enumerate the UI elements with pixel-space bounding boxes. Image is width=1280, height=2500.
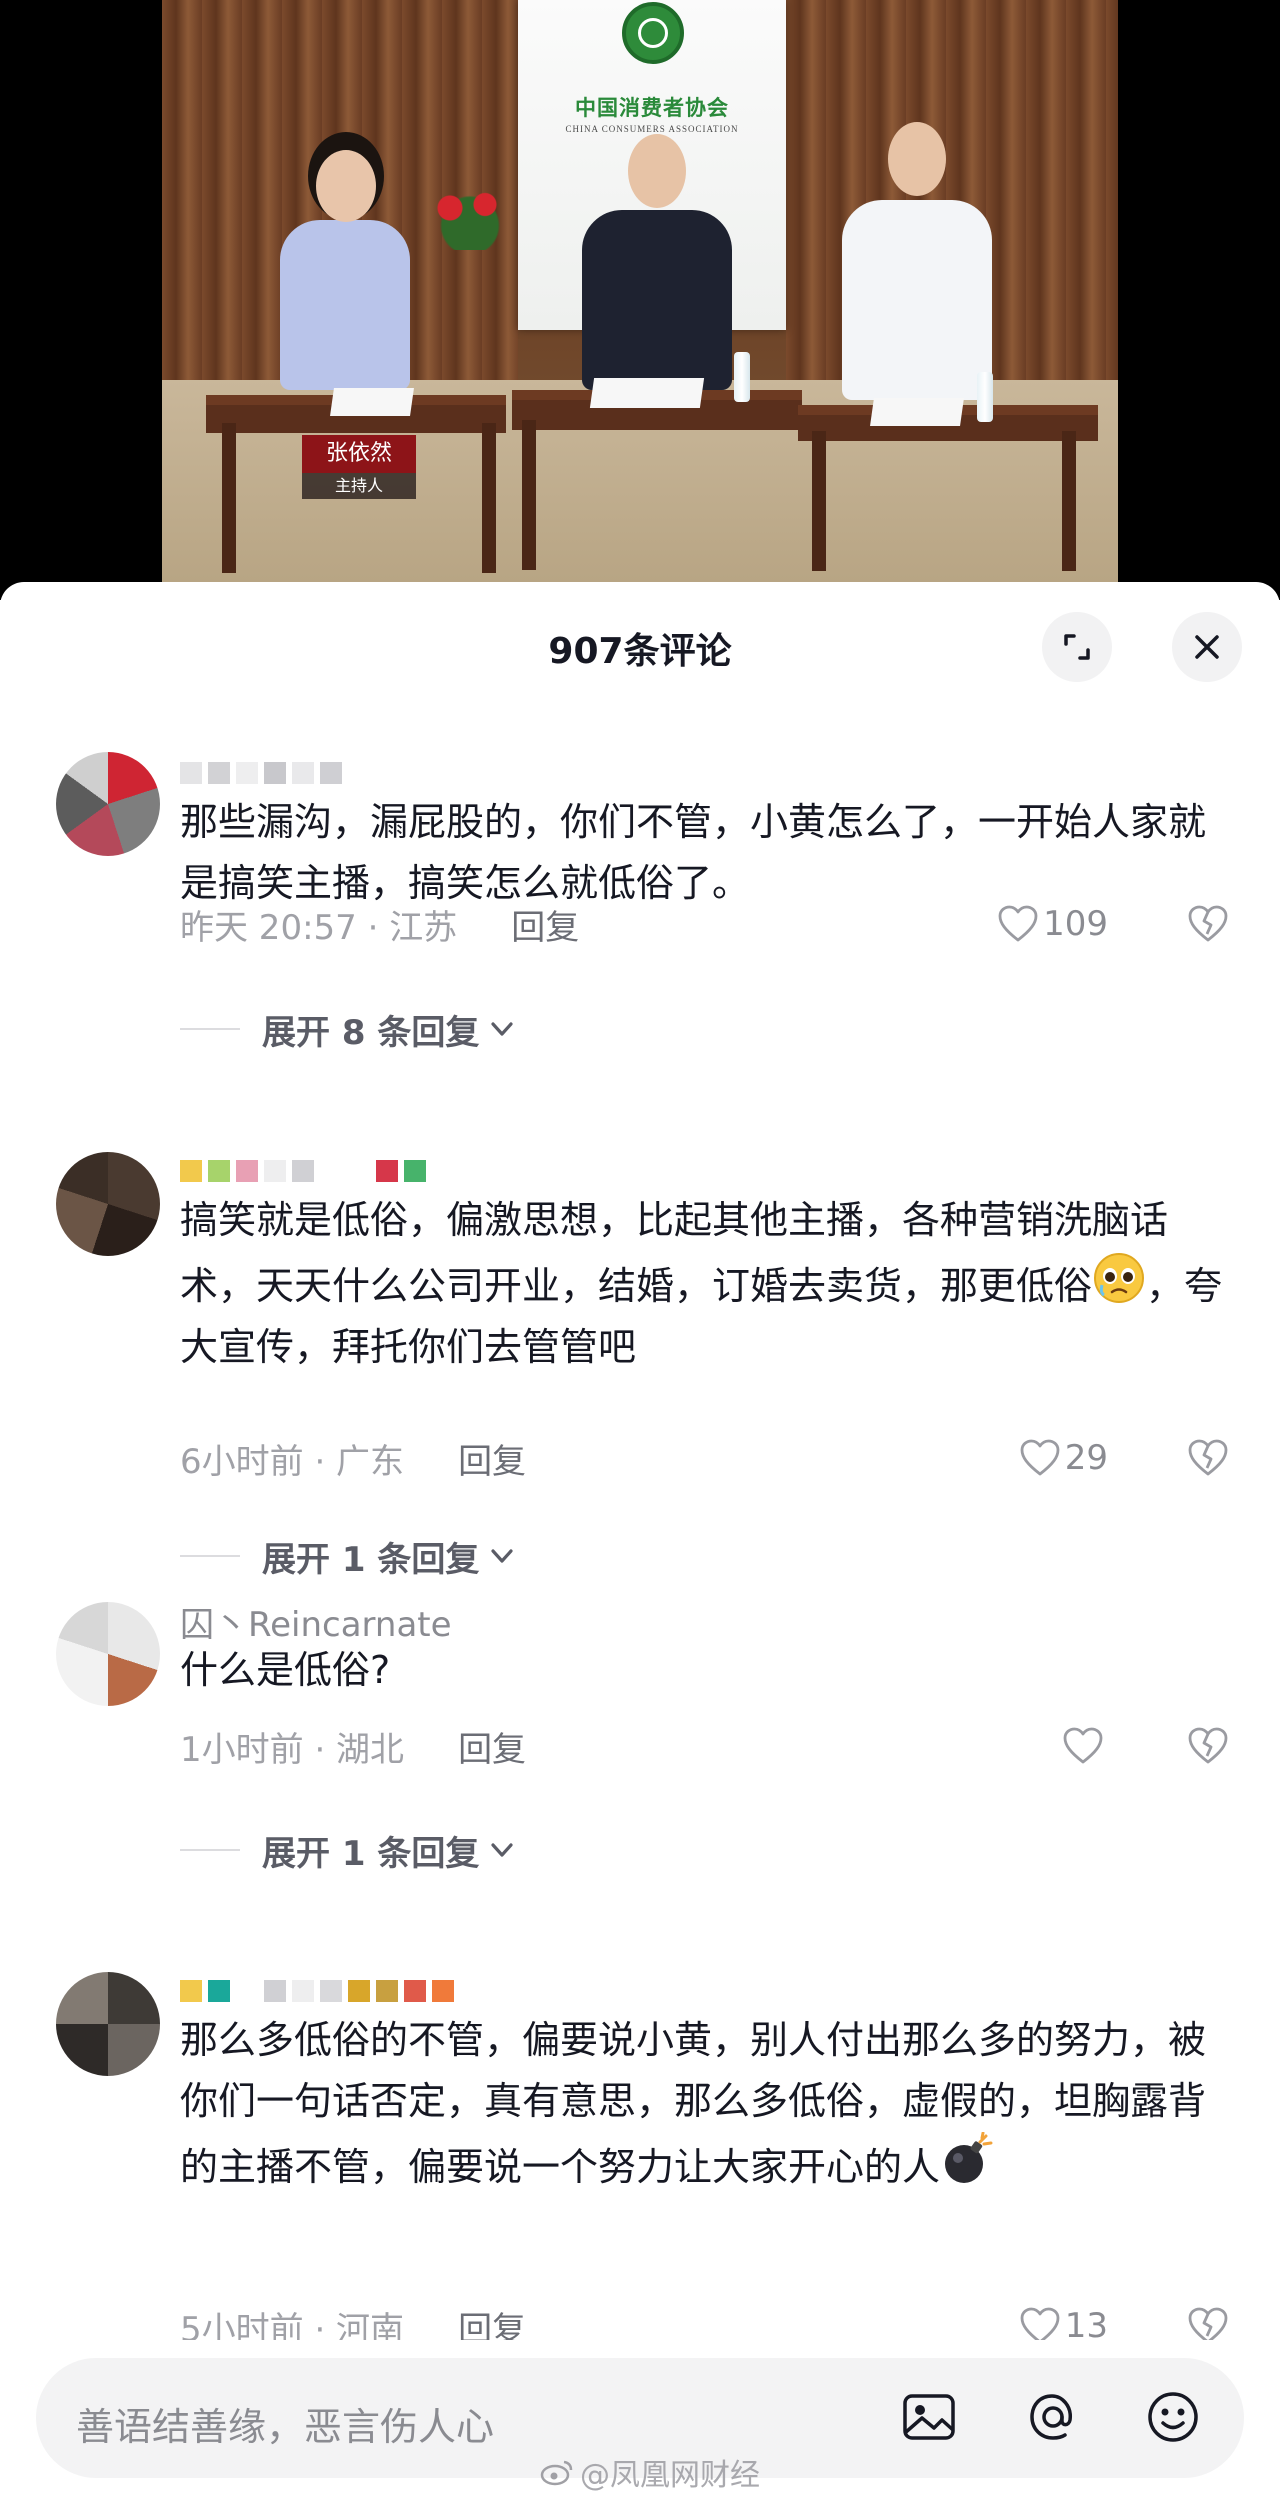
username-pixelated[interactable]: [180, 1150, 426, 1192]
heart-icon: [1020, 1439, 1060, 1476]
table-leg: [812, 431, 826, 571]
like-button[interactable]: 29: [1019, 1436, 1108, 1480]
comment-time-location: 昨天 20:57 · 江苏: [180, 907, 458, 948]
reply-button[interactable]: 回复: [511, 900, 579, 949]
caption-role: 主持人: [302, 473, 416, 499]
comments-header: 907条评论: [0, 582, 1280, 702]
guest-person-suit: [582, 134, 732, 390]
like-button[interactable]: [1062, 1724, 1108, 1768]
chevron-down-icon: [491, 1843, 513, 1857]
heart-icon: [998, 905, 1038, 942]
comment-meta: 昨天 20:57 · 江苏 回复: [180, 900, 579, 949]
expand-replies-label: 展开 1 条回复: [262, 1833, 480, 1874]
avatar[interactable]: [56, 752, 160, 856]
avatar[interactable]: [56, 1972, 160, 2076]
comment-text: 搞笑就是低俗，偏激思想，比起其他主播，各种营销洗脑话术，天天什么公司开业，结婚，…: [180, 1190, 1240, 1378]
water-bottle: [734, 352, 750, 402]
reply-button[interactable]: 回复: [458, 1434, 526, 1483]
emoji-icon: [1148, 2392, 1198, 2442]
comments-panel: 907条评论 那些漏沟，漏屁股的，你们不管，小黄怎么了，一开始人家就是搞笑主播，…: [0, 582, 1280, 2500]
banner-subtitle: CHINA CONSUMERS ASSOCIATION: [565, 124, 739, 134]
guest-person-shirt: [842, 122, 992, 400]
mention-button[interactable]: [1020, 2384, 1086, 2450]
broken-heart-icon: [1188, 1439, 1228, 1476]
username-pixelated[interactable]: [180, 1970, 454, 2012]
comment-time-location: 1小时前 · 湖北: [180, 1729, 405, 1770]
host-caption: 张依然 主持人: [302, 435, 450, 501]
emoji-button[interactable]: [1140, 2384, 1206, 2450]
image-button[interactable]: [896, 2384, 962, 2450]
paper-sheet: [330, 388, 414, 416]
table-leg: [522, 420, 536, 570]
comment-text: 那么多低俗的不管，偏要说小黄，别人付出那么多的努力，被你们一句话否定，真有意思，…: [180, 2010, 1240, 2198]
table-leg: [482, 423, 496, 573]
expand-replies-label-wrap: 展开 8 条回复: [262, 1005, 517, 1054]
dislike-button[interactable]: [1186, 902, 1230, 946]
close-icon: [1195, 635, 1219, 659]
caption-name: 张依然: [302, 435, 416, 473]
comment-text: 那些漏沟，漏屁股的，你们不管，小黄怎么了，一开始人家就是搞笑主播，搞笑怎么就低俗…: [180, 800, 1207, 905]
weibo-logo-icon: [540, 2460, 573, 2486]
like-count: 109: [1043, 904, 1108, 944]
expand-button[interactable]: [1042, 612, 1112, 682]
comment-text-part: 那么多低俗的不管，偏要说小黄，别人付出那么多的努力，被你们一句话否定，真有意思，…: [180, 2018, 1207, 2189]
username[interactable]: 囚丶Reincarnate: [180, 1600, 452, 1645]
expand-icon: [1064, 634, 1090, 660]
table-leg: [222, 423, 236, 573]
comment-time-location: 6小时前 · 广东: [180, 1441, 405, 1482]
dislike-button[interactable]: [1186, 1724, 1230, 1768]
avatar[interactable]: [56, 1152, 160, 1256]
like-count: 29: [1064, 1438, 1108, 1478]
comment-text: 什么是低俗?: [180, 1648, 391, 1692]
video-player[interactable]: 中国消费者协会 CHINA CONSUMERS ASSOCIATION 张依然 …: [0, 0, 1280, 600]
association-logo-icon: [622, 2, 684, 64]
comment-meta: 1小时前 · 湖北 回复: [180, 1722, 526, 1771]
expand-replies-label-wrap: 展开 1 条回复: [262, 1826, 517, 1875]
comment-input-placeholder: 善语结善缘，恶言伤人心: [76, 2405, 495, 2449]
expand-replies-label: 展开 8 条回复: [262, 1012, 480, 1053]
close-button[interactable]: [1172, 612, 1242, 682]
watermark: @凤凰网财经: [540, 2450, 760, 2494]
banner-title: 中国消费者协会: [575, 96, 729, 120]
heart-icon: [1063, 1727, 1103, 1764]
expand-replies-label: 展开 1 条回复: [262, 1539, 480, 1580]
image-icon: [903, 2394, 955, 2440]
at-mention-icon: [1030, 2394, 1072, 2440]
video-frame: 中国消费者协会 CHINA CONSUMERS ASSOCIATION 张依然 …: [162, 0, 1118, 582]
table-leg: [1062, 431, 1076, 571]
expand-replies-label-wrap: 展开 1 条回复: [262, 1532, 517, 1581]
chevron-down-icon: [491, 1022, 513, 1036]
water-bottle: [977, 372, 993, 422]
divider-line: [180, 1555, 240, 1557]
paper-sheet: [870, 398, 964, 426]
avatar[interactable]: [56, 1602, 160, 1706]
paper-sheet: [589, 378, 705, 408]
broken-heart-icon: [1188, 905, 1228, 942]
dislike-button[interactable]: [1186, 1436, 1230, 1480]
like-button[interactable]: 109: [997, 902, 1108, 946]
flower-plant: [420, 180, 520, 250]
bomb-icon: [945, 2132, 993, 2183]
pleading-face-icon: [1094, 1253, 1145, 1303]
divider-line: [180, 1028, 240, 1030]
divider-line: [180, 1849, 240, 1851]
broken-heart-icon: [1188, 1727, 1228, 1764]
username-pixelated[interactable]: [180, 752, 342, 794]
comment-meta: 6小时前 · 广东 回复: [180, 1434, 526, 1483]
comment-text-part: 搞笑就是低俗，偏激思想，比起其他主播，各种营销洗脑话术，天天什么公司开业，结婚，…: [180, 1198, 1169, 1308]
chevron-down-icon: [491, 1549, 513, 1563]
watermark-text: @凤凰网财经: [580, 2458, 760, 2493]
reply-button[interactable]: 回复: [458, 1722, 526, 1771]
host-person: [280, 150, 410, 390]
